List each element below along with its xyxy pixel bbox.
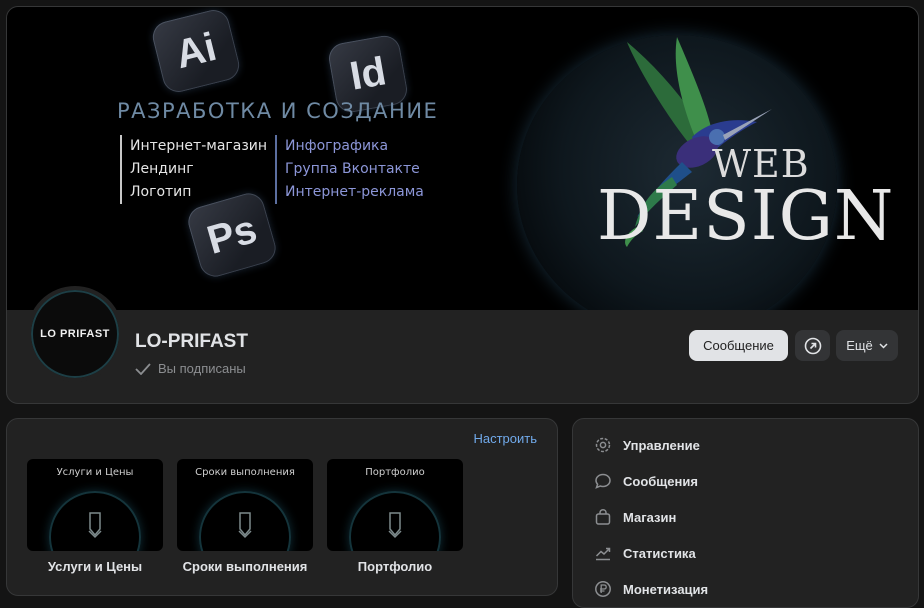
cover-service-item: Логотип <box>130 184 192 200</box>
cover-services-right: Инфографика Группа Вконтакте Интернет-ре… <box>275 135 424 204</box>
community-name: LO-PRIFAST <box>135 331 248 352</box>
link-tile-thumbnail: Услуги и Цены <box>27 459 163 551</box>
menu-item-shop[interactable]: Магазин <box>573 499 918 535</box>
link-tile-caption: Портфолио <box>357 559 433 574</box>
subscription-status[interactable]: Вы подписаны <box>135 361 246 376</box>
link-tile-thumb-label: Портфолио <box>365 467 425 478</box>
menu-item-label: Сообщения <box>623 473 698 489</box>
link-tile-caption: Сроки выполнения <box>182 559 308 574</box>
quick-links-card: Настроить Услуги и Цены Услуги и Цены Ср… <box>6 418 558 596</box>
community-header-card: Ai Id Ps РАЗРАБОТКА И СОЗДАНИЕ Интернет-… <box>6 6 919 404</box>
more-button-label: Ещё <box>846 338 873 353</box>
configure-link[interactable]: Настроить <box>473 431 537 446</box>
cover-image[interactable]: Ai Id Ps РАЗРАБОТКА И СОЗДАНИЕ Интернет-… <box>7 7 918 310</box>
cover-service-item: Интернет-реклама <box>285 184 424 200</box>
link-tile-thumb-label: Сроки выполнения <box>195 467 295 478</box>
link-tile-caption: Услуги и Цены <box>47 559 143 574</box>
link-tile-thumb-label: Услуги и Цены <box>56 467 134 478</box>
message-button[interactable]: Сообщение <box>689 330 788 361</box>
more-button[interactable]: Ещё <box>836 330 898 361</box>
checkmark-icon <box>135 362 151 375</box>
illustrator-icon: Ai <box>149 7 243 96</box>
trend-chart-icon <box>594 544 612 562</box>
cover-services-left: Интернет-магазин Лендинг Логотип <box>120 135 267 204</box>
down-arrow-icon <box>88 512 102 539</box>
menu-item-label: Статистика <box>623 545 696 561</box>
subscription-status-label: Вы подписаны <box>158 361 246 376</box>
link-tile-thumbnail: Сроки выполнения <box>177 459 313 551</box>
community-avatar[interactable]: LO PRIFAST <box>27 286 123 382</box>
cover-service-item: Интернет-магазин <box>130 138 268 154</box>
link-tile-deadlines[interactable]: Сроки выполнения Сроки выполнения <box>177 459 313 574</box>
menu-item-management[interactable]: Управление <box>573 427 918 463</box>
cover-heading: РАЗРАБОТКА И СОЗДАНИЕ <box>117 99 439 123</box>
menu-item-label: Магазин <box>623 509 677 525</box>
cover-service-item: Группа Вконтакте <box>285 161 420 177</box>
chevron-down-icon <box>879 342 888 349</box>
cover-service-item: Лендинг <box>130 161 194 177</box>
ruble-coin-icon <box>594 580 612 598</box>
shopping-bag-icon <box>594 508 612 526</box>
menu-item-statistics[interactable]: Статистика <box>573 535 918 571</box>
down-arrow-icon <box>388 512 402 539</box>
admin-menu-list: Управление Сообщения Магазин Статистика … <box>573 419 918 607</box>
link-tile-services[interactable]: Услуги и Цены Услуги и Цены <box>27 459 163 574</box>
chat-bubble-icon <box>594 472 612 490</box>
menu-item-monetization[interactable]: Монетизация <box>573 571 918 607</box>
cover-design-text: DESIGN <box>597 177 895 256</box>
share-button[interactable] <box>795 330 830 361</box>
gear-icon <box>594 436 612 454</box>
down-arrow-icon <box>238 512 252 539</box>
link-tile-thumbnail: Портфолио <box>327 459 463 551</box>
menu-item-messages[interactable]: Сообщения <box>573 463 918 499</box>
menu-item-label: Монетизация <box>623 581 709 597</box>
link-tile-portfolio[interactable]: Портфолио Портфолио <box>327 459 463 574</box>
share-arrow-icon <box>804 337 821 354</box>
menu-item-label: Управление <box>623 437 700 453</box>
cover-service-item: Инфографика <box>285 138 389 154</box>
admin-menu-card: Управление Сообщения Магазин Статистика … <box>572 418 919 608</box>
